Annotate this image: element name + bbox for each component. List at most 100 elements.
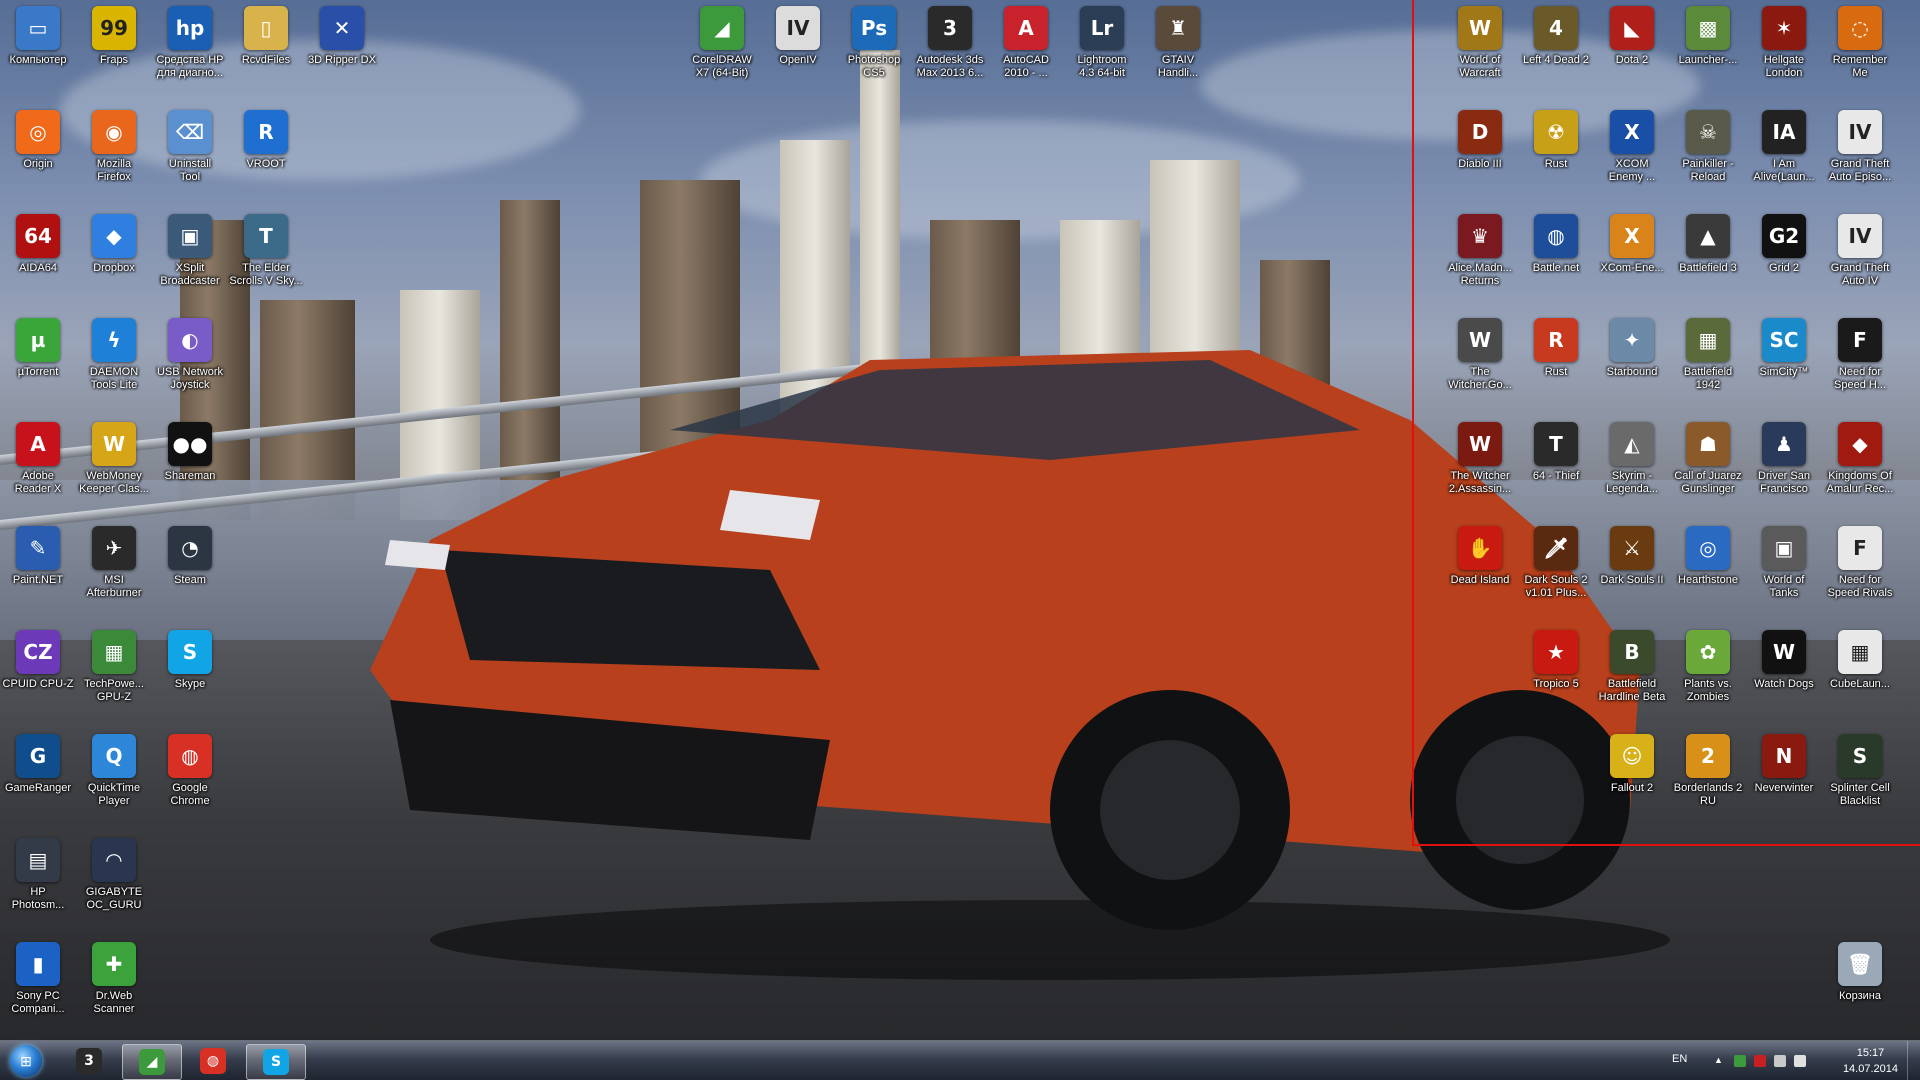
desktop-icon-xcom-enemy[interactable]: X XCOM Enemy ... (1596, 106, 1668, 190)
desktop-icon-autocad-2010[interactable]: A AutoCAD 2010 - ... (990, 2, 1062, 86)
3dsmax-task[interactable]: 3 (60, 1044, 118, 1078)
desktop-icon-aida64[interactable]: 64 AIDA64 (2, 210, 74, 294)
desktop-icon-fallout-2[interactable]: ☺ Fallout 2 (1596, 730, 1668, 814)
desktop-icon-paint-net[interactable]: ✎ Paint.NET (2, 522, 74, 606)
desktop-icon-battlefield-3[interactable]: ▲ Battlefield 3 (1672, 210, 1744, 294)
desktop-icon-photoshop-cs5[interactable]: Ps Photoshop CS5 (838, 2, 910, 86)
desktop-icon-adobe-reader-x[interactable]: A Adobe Reader X (2, 418, 74, 502)
desktop-icon-fraps[interactable]: 99 Fraps (78, 2, 150, 86)
desktop-icon-google-chrome[interactable]: ◍ Google Chrome (154, 730, 226, 814)
start-button[interactable]: ⊞ (4, 1043, 48, 1079)
desktop-icon-quicktime-player[interactable]: Q QuickTime Player (78, 730, 150, 814)
desktop-icon-vroot[interactable]: R VROOT (230, 106, 302, 190)
desktop-icon-diablo-iii[interactable]: D Diablo III (1444, 106, 1516, 190)
desktop-icon-cubelaun[interactable]: ▦ CubeLaun... (1824, 626, 1896, 710)
desktop-icon-sony-pc-compani[interactable]: ▮ Sony PC Compani... (2, 938, 74, 1022)
desktop-icon-call-of-juarez-gunslinger[interactable]: ☗ Call of Juarez Gunslinger (1672, 418, 1744, 502)
desktop-icon-simcity[interactable]: SC SimCity™ (1748, 314, 1820, 398)
desktop-icon-starbound[interactable]: ✦ Starbound (1596, 314, 1668, 398)
desktop-icon-alice-madn-returns[interactable]: ♛ Alice.Madn... Returns (1444, 210, 1516, 294)
desktop-icon-skype[interactable]: S Skype (154, 626, 226, 710)
desktop-icon-rust[interactable]: R Rust (1520, 314, 1592, 398)
desktop-icon-xcom-ene[interactable]: X XCom-Ene... (1596, 210, 1668, 294)
desktop-icon-origin[interactable]: ◎ Origin (2, 106, 74, 190)
desktop-icon-techpowe-gpu-z[interactable]: ▦ TechPowe... GPU-Z (78, 626, 150, 710)
desktop-icon-cpuid-cpu-z[interactable]: CZ CPUID CPU-Z (2, 626, 74, 710)
desktop-icon-plants-vs-zombies[interactable]: ✿ Plants vs. Zombies (1672, 626, 1744, 710)
desktop-icon-dota-2[interactable]: ◣ Dota 2 (1596, 2, 1668, 86)
desktop-icon-средства-hp-для-диагно[interactable]: hp Средства HP для диагно... (154, 2, 226, 86)
desktop-icon-left-4-dead-2[interactable]: 4 Left 4 Dead 2 (1520, 2, 1592, 86)
desktop-icon-dark-souls-ii[interactable]: ⚔ Dark Souls II (1596, 522, 1668, 606)
desktop-icon-skyrim-legenda[interactable]: ◭ Skyrim - Legenda... (1596, 418, 1668, 502)
desktop-icon-grid-2[interactable]: G2 Grid 2 (1748, 210, 1820, 294)
chrome-task[interactable]: ◍ (184, 1044, 242, 1078)
language-indicator[interactable]: EN (1672, 1053, 1687, 1065)
desktop-icon-i-am-alive-laun[interactable]: IA I Am Alive(Laun... (1748, 106, 1820, 190)
desktop-icon-hearthstone[interactable]: ◎ Hearthstone (1672, 522, 1744, 606)
desktop-icon-coreldraw-x7-64-bit[interactable]: ◢ CorelDRAW X7 (64-Bit) (686, 2, 758, 86)
desktop-icon-rust[interactable]: ☢ Rust (1520, 106, 1592, 190)
desktop-icon-the-witcher-go[interactable]: W The Witcher.Go... (1444, 314, 1516, 398)
desktop-icon-label: Hellgate London (1763, 54, 1805, 79)
desktop-icon-dropbox[interactable]: ◆ Dropbox (78, 210, 150, 294)
clock[interactable]: 15:17 14.07.2014 (1843, 1045, 1898, 1077)
desktop-icon-usb-network-joystick[interactable]: ◐ USB Network Joystick (154, 314, 226, 398)
desktop-icon-splinter-cell-blacklist[interactable]: S Splinter Cell Blacklist (1824, 730, 1896, 814)
desktop-icon-hp-photosm[interactable]: ▤ HP Photosm... (2, 834, 74, 918)
desktop-icon-world-of-warcraft[interactable]: W World of Warcraft (1444, 2, 1516, 86)
desktop-icon-watch-dogs[interactable]: W Watch Dogs (1748, 626, 1820, 710)
desktop-icon-openiv[interactable]: IV OpenIV (762, 2, 834, 86)
desktop-icon-lightroom-4-3-64-bit[interactable]: Lr Lightroom 4.3 64-bit (1066, 2, 1138, 86)
desktop-icon-neverwinter[interactable]: N Neverwinter (1748, 730, 1820, 814)
desktop-icon-компьютер[interactable]: ▭ Компьютер (2, 2, 74, 86)
desktop-icon-battlefield-hardline-beta[interactable]: B Battlefield Hardline Beta (1596, 626, 1668, 710)
desktop-icon-autodesk-3ds-max-2013-6[interactable]: 3 Autodesk 3ds Max 2013 6... (914, 2, 986, 86)
show-desktop-button[interactable] (1907, 1041, 1920, 1080)
desktop-icon-the-elder-scrolls-v-sky[interactable]: T The Elder Scrolls V Sky... (229, 210, 303, 294)
desktop-icon-battlefield-1942[interactable]: ▦ Battlefield 1942 (1672, 314, 1744, 398)
desktop-icon-uninstall-tool[interactable]: ⌫ Uninstall Tool (154, 106, 226, 190)
skype-task[interactable]: S (246, 1044, 306, 1080)
desktop-icon-xsplit-broadcaster[interactable]: ▣ XSplit Broadcaster (154, 210, 226, 294)
desktop-icon-dead-island[interactable]: ✋ Dead Island (1444, 522, 1516, 606)
desktop-icon-msi-afterburner[interactable]: ✈ MSI Afterburner (78, 522, 150, 606)
desktop-icon-mozilla-firefox[interactable]: ◉ Mozilla Firefox (78, 106, 150, 190)
desktop-icon-battle-net[interactable]: ◍ Battle.net (1520, 210, 1592, 294)
desktop-icon-torrent[interactable]: µ µTorrent (2, 314, 74, 398)
desktop-icon-need-for-speed-h[interactable]: F Need for Speed H... (1824, 314, 1896, 398)
desktop-icon-remember-me[interactable]: ◌ Remember Me (1824, 2, 1896, 86)
desktop-icon-dr-web-scanner[interactable]: ✚ Dr.Web Scanner (78, 938, 150, 1022)
desktop-icon-shareman[interactable]: ●● Shareman (154, 418, 226, 502)
tray-volume-icon[interactable] (1794, 1055, 1806, 1067)
tray-display-icon[interactable] (1774, 1055, 1786, 1067)
desktop-icon-gtaiv-handli[interactable]: ♜ GTAIV Handli... (1142, 2, 1214, 86)
corel-task[interactable]: ◢ (122, 1044, 182, 1080)
desktop-icon-borderlands-2-ru[interactable]: 2 Borderlands 2 RU (1672, 730, 1744, 814)
desktop-icon-64-thief[interactable]: T 64 - Thief (1520, 418, 1592, 502)
desktop-icon-daemon-tools-lite[interactable]: ϟ DAEMON Tools Lite (78, 314, 150, 398)
desktop-icon-grand-theft-auto-episo[interactable]: IV Grand Theft Auto Episo... (1824, 106, 1896, 190)
desktop-icon-kingdoms-of-amalur-rec[interactable]: ◆ Kingdoms Of Amalur Rec... (1824, 418, 1896, 502)
desktop-icon-dark-souls-2-v1-01-plus[interactable]: 🗡 Dark Souls 2 v1.01 Plus... (1520, 522, 1592, 606)
desktop-icon-launcher[interactable]: ▩ Launcher-... (1672, 2, 1744, 86)
tray-app-icon[interactable] (1754, 1055, 1766, 1067)
desktop-icon-label: CorelDRAW X7 (64-Bit) (692, 54, 752, 79)
tray-network-icon[interactable] (1734, 1055, 1746, 1067)
desktop-icon-hellgate-london[interactable]: ✶ Hellgate London (1748, 2, 1820, 86)
desktop-icon-driver-san-francisco[interactable]: ♟ Driver San Francisco (1748, 418, 1820, 502)
desktop-icon-gigabyte-oc-guru[interactable]: ◠ GIGABYTE OC_GURU (78, 834, 150, 918)
desktop-icon-steam[interactable]: ◔ Steam (154, 522, 226, 606)
desktop-icon-need-for-speed-rivals[interactable]: F Need for Speed Rivals (1824, 522, 1896, 606)
desktop-icon-grand-theft-auto-iv[interactable]: IV Grand Theft Auto IV (1824, 210, 1896, 294)
desktop-icon-tropico-5[interactable]: ★ Tropico 5 (1520, 626, 1592, 710)
desktop-icon-painkiller-reload[interactable]: ☠ Painkiller - Reload (1672, 106, 1744, 190)
desktop-icon-world-of-tanks[interactable]: ▣ World of Tanks (1748, 522, 1820, 606)
desktop-icon-корзина[interactable]: 🗑 Корзина (1824, 938, 1896, 1022)
tray-arrow-icon[interactable]: ▲ (1714, 1055, 1726, 1067)
desktop-icon-gameranger[interactable]: G GameRanger (2, 730, 74, 814)
desktop-icon-webmoney-keeper-clas[interactable]: W WebMoney Keeper Clas... (78, 418, 150, 502)
desktop-icon-3d-ripper-dx[interactable]: ✕ 3D Ripper DX (306, 2, 378, 86)
desktop-icon-rcvdfiles[interactable]: ▯ RcvdFiles (230, 2, 302, 86)
desktop-icon-the-witcher-2-assassin[interactable]: W The Witcher 2.Assassin... (1444, 418, 1516, 502)
